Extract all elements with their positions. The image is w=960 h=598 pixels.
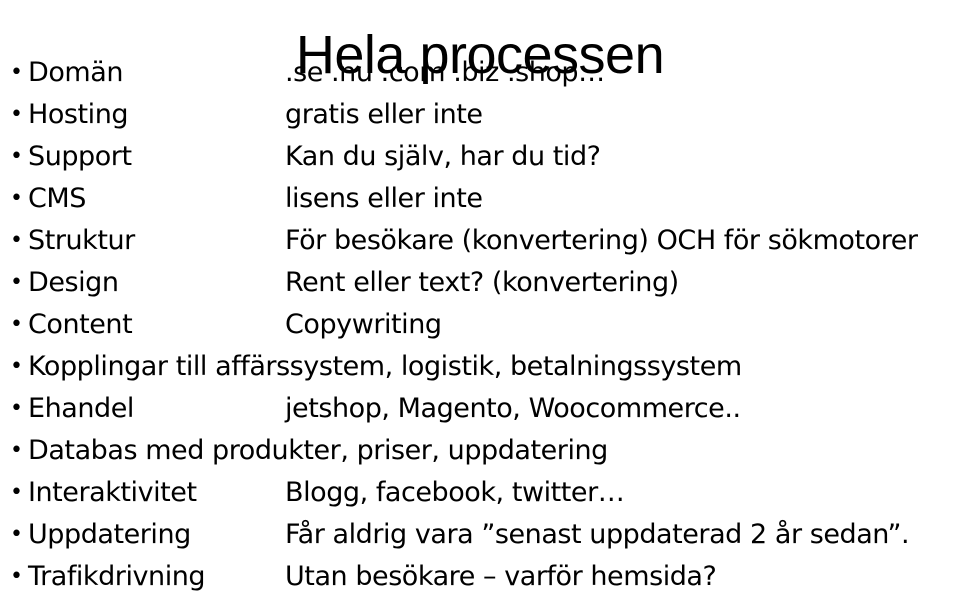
bullet-term: Support <box>28 141 132 172</box>
bullet-row: • Domän .se .nu .com .biz .shop… <box>0 52 960 94</box>
bullet-term: Domän <box>28 57 124 88</box>
bullet-point-icon: • <box>10 480 23 505</box>
bullet-description: Får aldrig vara ”senast uppdaterad 2 år … <box>285 519 910 550</box>
bullet-term: Kopplingar till affärssystem, logistik, … <box>28 351 742 382</box>
bullet-term: CMS <box>28 183 86 214</box>
bullet-description: gratis eller inte <box>285 99 483 130</box>
bullet-row: • Kopplingar till affärssystem, logistik,… <box>0 346 960 388</box>
bullet-row: • Uppdatering Får aldrig vara ”senast uppd… <box>0 514 960 556</box>
bullet-term: Hosting <box>28 99 129 130</box>
bullet-row: • Trafikdrivning Utan besökare – varför he… <box>0 556 960 598</box>
bullet-description: lisens eller inte <box>285 183 483 214</box>
bullet-row: • Support Kan du själv, har du tid? <box>0 136 960 178</box>
bullet-term: Trafikdrivning <box>28 561 206 592</box>
bullet-point-icon: • <box>10 228 23 253</box>
bullet-description: Rent eller text? (konvertering) <box>285 267 679 298</box>
bullet-description: Kan du själv, har du tid? <box>285 141 601 172</box>
bullet-term: Content <box>28 309 133 340</box>
bullet-term: Uppdatering <box>28 519 191 550</box>
bullet-row: • Interaktivitet Blogg, facebook, twitter… <box>0 472 960 514</box>
bullet-row: • Hosting gratis eller inte <box>0 94 960 136</box>
bullet-point-icon: • <box>10 60 23 85</box>
bullet-term: Design <box>28 267 119 298</box>
bullet-term: Struktur <box>28 225 135 256</box>
bullet-point-icon: • <box>10 564 23 589</box>
bullet-description: Utan besökare – varför hemsida? <box>285 561 717 592</box>
bullet-term: Ehandel <box>28 393 134 424</box>
bullet-point-icon: • <box>10 396 23 421</box>
bullet-point-icon: • <box>10 144 23 169</box>
bullet-point-icon: • <box>10 522 23 547</box>
bullet-point-icon: • <box>10 270 23 295</box>
slide-canvas: Hela processen • Domän .se .nu .com .biz .… <box>0 0 960 594</box>
bullet-point-icon: • <box>10 186 23 211</box>
bullet-row: • CMS lisens eller inte <box>0 178 960 220</box>
bullet-description: jetshop, Magento, Woocommerce.. <box>285 393 741 424</box>
bullet-description: Copywriting <box>285 309 442 340</box>
bullet-row: • Databas med produkter, priser, uppdater… <box>0 430 960 472</box>
bullet-term: Databas med produkter, priser, uppdateri… <box>28 435 608 466</box>
bullet-description: För besökare (konvertering) OCH för sökm… <box>285 225 918 256</box>
bullet-row: • Content Copywriting <box>0 304 960 346</box>
bullet-list: • Domän .se .nu .com .biz .shop… • Hosting gr… <box>0 52 960 598</box>
bullet-point-icon: • <box>10 438 23 463</box>
bullet-point-icon: • <box>10 102 23 127</box>
bullet-term: Interaktivitet <box>28 477 197 508</box>
bullet-row: • Struktur För besökare (konvertering) OCH… <box>0 220 960 262</box>
bullet-row: • Design Rent eller text? (konvertering) <box>0 262 960 304</box>
bullet-description: Blogg, facebook, twitter… <box>285 477 625 508</box>
bullet-point-icon: • <box>10 354 23 379</box>
bullet-description: .se .nu .com .biz .shop… <box>285 57 605 88</box>
bullet-row: • Ehandel jetshop, Magento, Woocommerce.. <box>0 388 960 430</box>
bullet-point-icon: • <box>10 312 23 337</box>
